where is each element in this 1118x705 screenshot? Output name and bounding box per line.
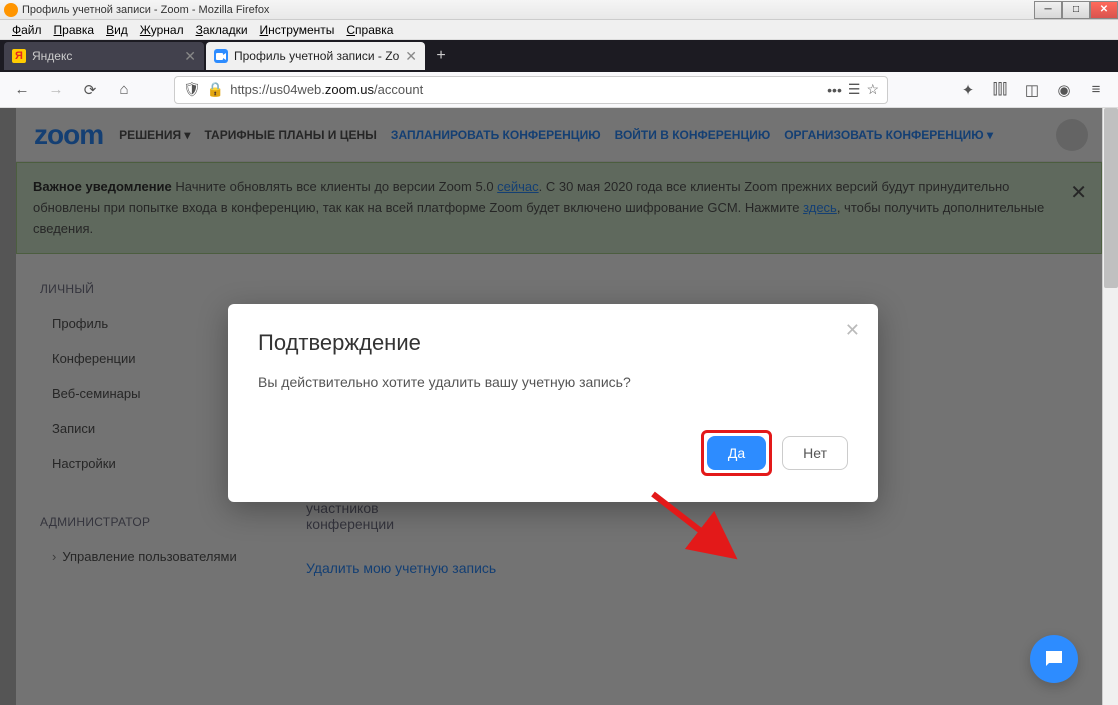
sidebar-icon[interactable]: ◫ bbox=[1018, 76, 1046, 104]
window-buttons: ─ □ ✕ bbox=[1034, 1, 1118, 19]
zoom-icon bbox=[214, 49, 228, 63]
menu-icon[interactable]: ≡ bbox=[1082, 76, 1110, 104]
firefox-icon bbox=[4, 3, 18, 17]
scrollbar[interactable] bbox=[1102, 108, 1118, 705]
tab-title: Яндекс bbox=[32, 49, 178, 63]
tab-close-icon[interactable]: ✕ bbox=[184, 48, 196, 65]
back-button[interactable]: ← bbox=[8, 76, 36, 104]
tabs-bar: Я Яндекс ✕ Профиль учетной записи - Zo ✕… bbox=[0, 40, 1118, 72]
maximize-button[interactable]: □ bbox=[1062, 1, 1090, 19]
window-close-button[interactable]: ✕ bbox=[1090, 1, 1118, 19]
no-button[interactable]: Нет bbox=[782, 436, 848, 470]
menu-view[interactable]: Вид bbox=[100, 21, 134, 39]
modal-actions: Да Нет bbox=[258, 430, 848, 476]
shield-icon: 🛡 bbox=[183, 81, 201, 98]
menu-edit[interactable]: Правка bbox=[48, 21, 101, 39]
minimize-button[interactable]: ─ bbox=[1034, 1, 1062, 19]
window-title-bar: Профиль учетной записи - Zoom - Mozilla … bbox=[0, 0, 1118, 20]
chat-fab[interactable] bbox=[1030, 635, 1078, 683]
new-tab-button[interactable]: + bbox=[427, 42, 455, 70]
chat-icon bbox=[1042, 647, 1066, 671]
more-icon[interactable]: ••• bbox=[827, 82, 842, 98]
page-viewport: zoom РЕШЕНИЯ ▾ ТАРИФНЫЕ ПЛАНЫ И ЦЕНЫ ЗАП… bbox=[0, 108, 1118, 705]
lock-icon: 🔒 bbox=[207, 81, 224, 98]
home-button[interactable]: ⌂ bbox=[110, 76, 138, 104]
url-text: https://us04web.zoom.us/account bbox=[230, 82, 821, 97]
modal-close-icon[interactable]: ✕ bbox=[845, 320, 860, 341]
confirm-modal: Подтверждение ✕ Вы действительно хотите … bbox=[228, 304, 878, 502]
menu-help[interactable]: Справка bbox=[340, 21, 399, 39]
window-title-text: Профиль учетной записи - Zoom - Mozilla … bbox=[22, 4, 269, 16]
modal-text: Вы действительно хотите удалить вашу уче… bbox=[258, 374, 848, 390]
url-box[interactable]: 🛡 🔒 https://us04web.zoom.us/account ••• … bbox=[174, 76, 888, 104]
menu-tools[interactable]: Инструменты bbox=[254, 21, 341, 39]
scrollbar-thumb[interactable] bbox=[1104, 108, 1118, 288]
modal-title: Подтверждение bbox=[258, 330, 848, 356]
yes-button[interactable]: Да bbox=[707, 436, 766, 470]
window-title: Профиль учетной записи - Zoom - Mozilla … bbox=[4, 3, 269, 17]
highlight-annotation: Да bbox=[701, 430, 772, 476]
reader-icon[interactable]: ☰ bbox=[848, 81, 861, 98]
tab-close-icon[interactable]: ✕ bbox=[405, 48, 417, 65]
menu-file[interactable]: Файл bbox=[6, 21, 48, 39]
account-icon[interactable]: ◉ bbox=[1050, 76, 1078, 104]
address-bar: ← → ⟳ ⌂ 🛡 🔒 https://us04web.zoom.us/acco… bbox=[0, 72, 1118, 108]
menu-bar: Файл Правка Вид Журнал Закладки Инструме… bbox=[0, 20, 1118, 40]
tab-yandex[interactable]: Я Яндекс ✕ bbox=[4, 42, 204, 70]
menu-history[interactable]: Журнал bbox=[134, 21, 190, 39]
extension-icon[interactable]: ✦ bbox=[954, 76, 982, 104]
reload-button[interactable]: ⟳ bbox=[76, 76, 104, 104]
tab-title: Профиль учетной записи - Zo bbox=[234, 49, 399, 63]
forward-button[interactable]: → bbox=[42, 76, 70, 104]
library-icon[interactable]: ⫿⫿⫿ bbox=[986, 76, 1014, 104]
bookmark-icon[interactable]: ☆ bbox=[866, 81, 879, 98]
tab-zoom[interactable]: Профиль учетной записи - Zo ✕ bbox=[206, 42, 425, 70]
yandex-icon: Я bbox=[12, 49, 26, 63]
menu-bookmarks[interactable]: Закладки bbox=[190, 21, 254, 39]
